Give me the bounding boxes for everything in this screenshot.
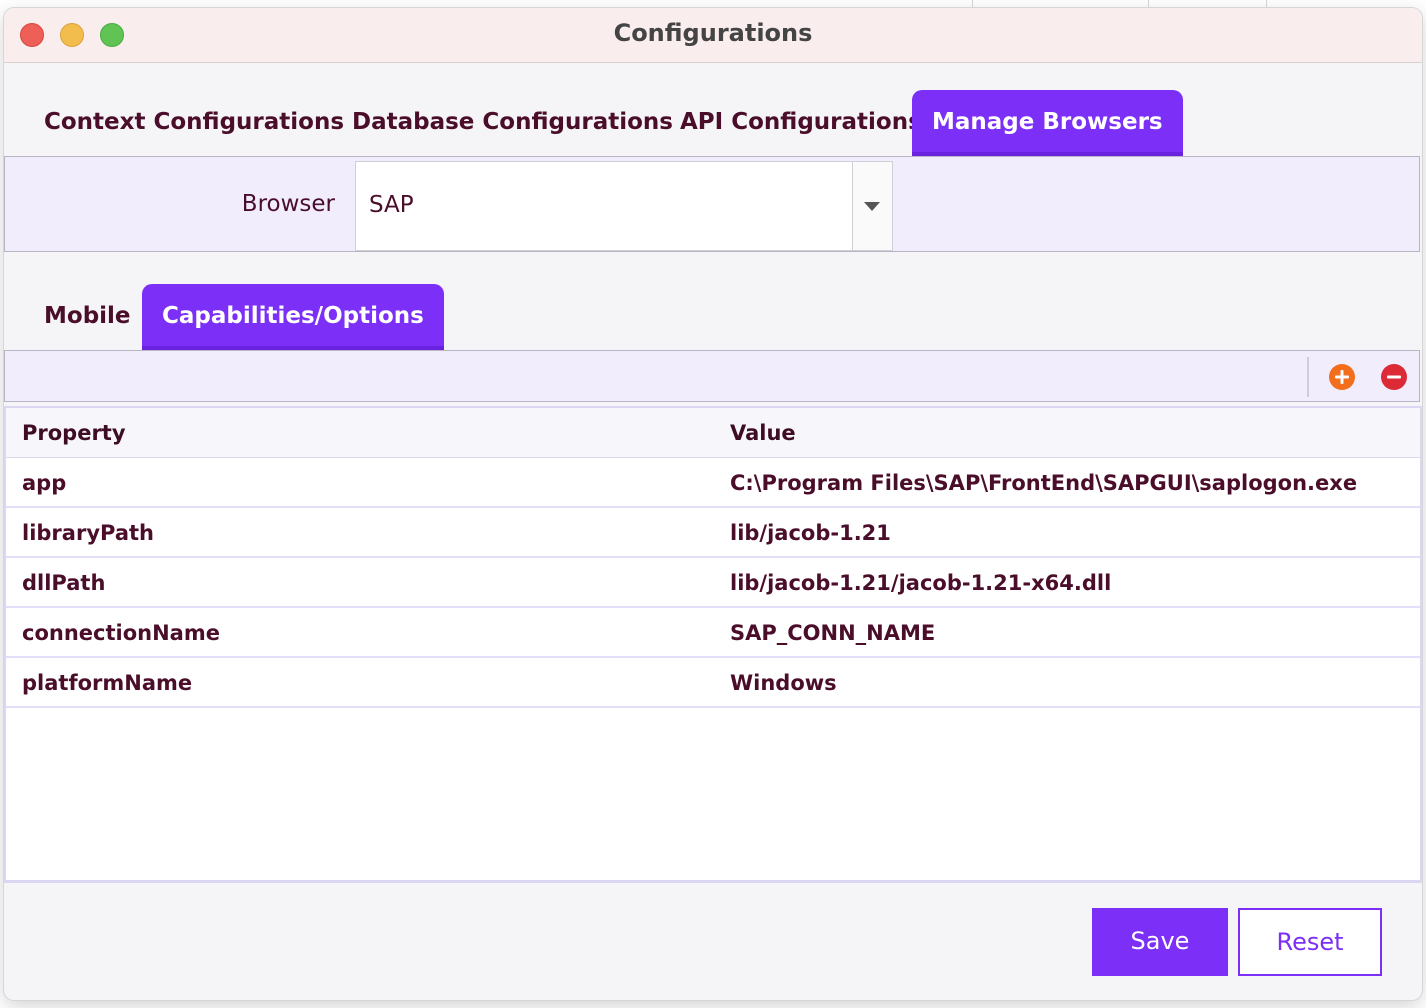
property-cell[interactable]: connectionName	[22, 608, 220, 658]
property-cell[interactable]: app	[22, 458, 66, 508]
tab-mobile[interactable]: Mobile	[24, 284, 151, 350]
reset-button[interactable]: Reset	[1238, 908, 1382, 976]
table-row[interactable]: platformName Windows	[6, 658, 1420, 708]
table-row[interactable]: dllPath lib/jacob-1.21/jacob-1.21-x64.dl…	[6, 558, 1420, 608]
footer-divider	[4, 882, 1422, 883]
window-title: Configurations	[613, 19, 813, 47]
value-cell[interactable]: Windows	[730, 658, 837, 708]
configurations-dialog: Configurations Context Configurations Da…	[4, 8, 1422, 1000]
table-row[interactable]: app C:\Program Files\SAP\FrontEnd\SAPGUI…	[6, 458, 1420, 508]
tab-database-configurations[interactable]: Database Configurations	[332, 90, 693, 156]
dropdown-toggle-button[interactable]	[852, 162, 892, 250]
column-header-value[interactable]: Value	[730, 408, 796, 458]
table-row[interactable]: libraryPath lib/jacob-1.21	[6, 508, 1420, 558]
minus-circle-icon	[1387, 375, 1401, 379]
value-cell[interactable]: lib/jacob-1.21	[730, 508, 891, 558]
property-cell[interactable]: libraryPath	[22, 508, 154, 558]
tab-api-configurations[interactable]: API Configurations	[660, 90, 942, 156]
column-header-property[interactable]: Property	[22, 408, 126, 458]
capabilities-table: Property Value app C:\Program Files\SAP\…	[4, 406, 1422, 882]
title-bar: Configurations	[4, 8, 1422, 63]
background-window-edge	[1266, 0, 1267, 8]
browser-selector-panel: Browser SAP	[4, 156, 1420, 252]
background-window-edge	[1148, 0, 1149, 8]
browser-dropdown[interactable]: SAP	[355, 161, 893, 251]
browser-label: Browser	[241, 191, 335, 217]
toolbar-divider	[1307, 357, 1309, 397]
background-window-edge	[972, 0, 973, 8]
tab-capabilities-options[interactable]: Capabilities/Options	[142, 284, 444, 350]
tab-manage-browsers[interactable]: Manage Browsers	[912, 90, 1183, 156]
add-row-button[interactable]	[1329, 364, 1355, 390]
chevron-down-icon	[864, 202, 880, 211]
tab-context-configurations[interactable]: Context Configurations	[24, 90, 364, 156]
property-cell[interactable]: dllPath	[22, 558, 105, 608]
capabilities-toolbar	[4, 350, 1420, 402]
property-cell[interactable]: platformName	[22, 658, 192, 708]
browser-dropdown-value: SAP	[369, 192, 414, 218]
value-cell[interactable]: lib/jacob-1.21/jacob-1.21-x64.dll	[730, 558, 1111, 608]
plus-circle-icon	[1335, 370, 1349, 384]
value-cell[interactable]: C:\Program Files\SAP\FrontEnd\SAPGUI\sap…	[730, 458, 1357, 508]
save-button[interactable]: Save	[1092, 908, 1228, 976]
table-header: Property Value	[6, 408, 1420, 458]
table-row[interactable]: connectionName SAP_CONN_NAME	[6, 608, 1420, 658]
remove-row-button[interactable]	[1381, 364, 1407, 390]
value-cell[interactable]: SAP_CONN_NAME	[730, 608, 935, 658]
